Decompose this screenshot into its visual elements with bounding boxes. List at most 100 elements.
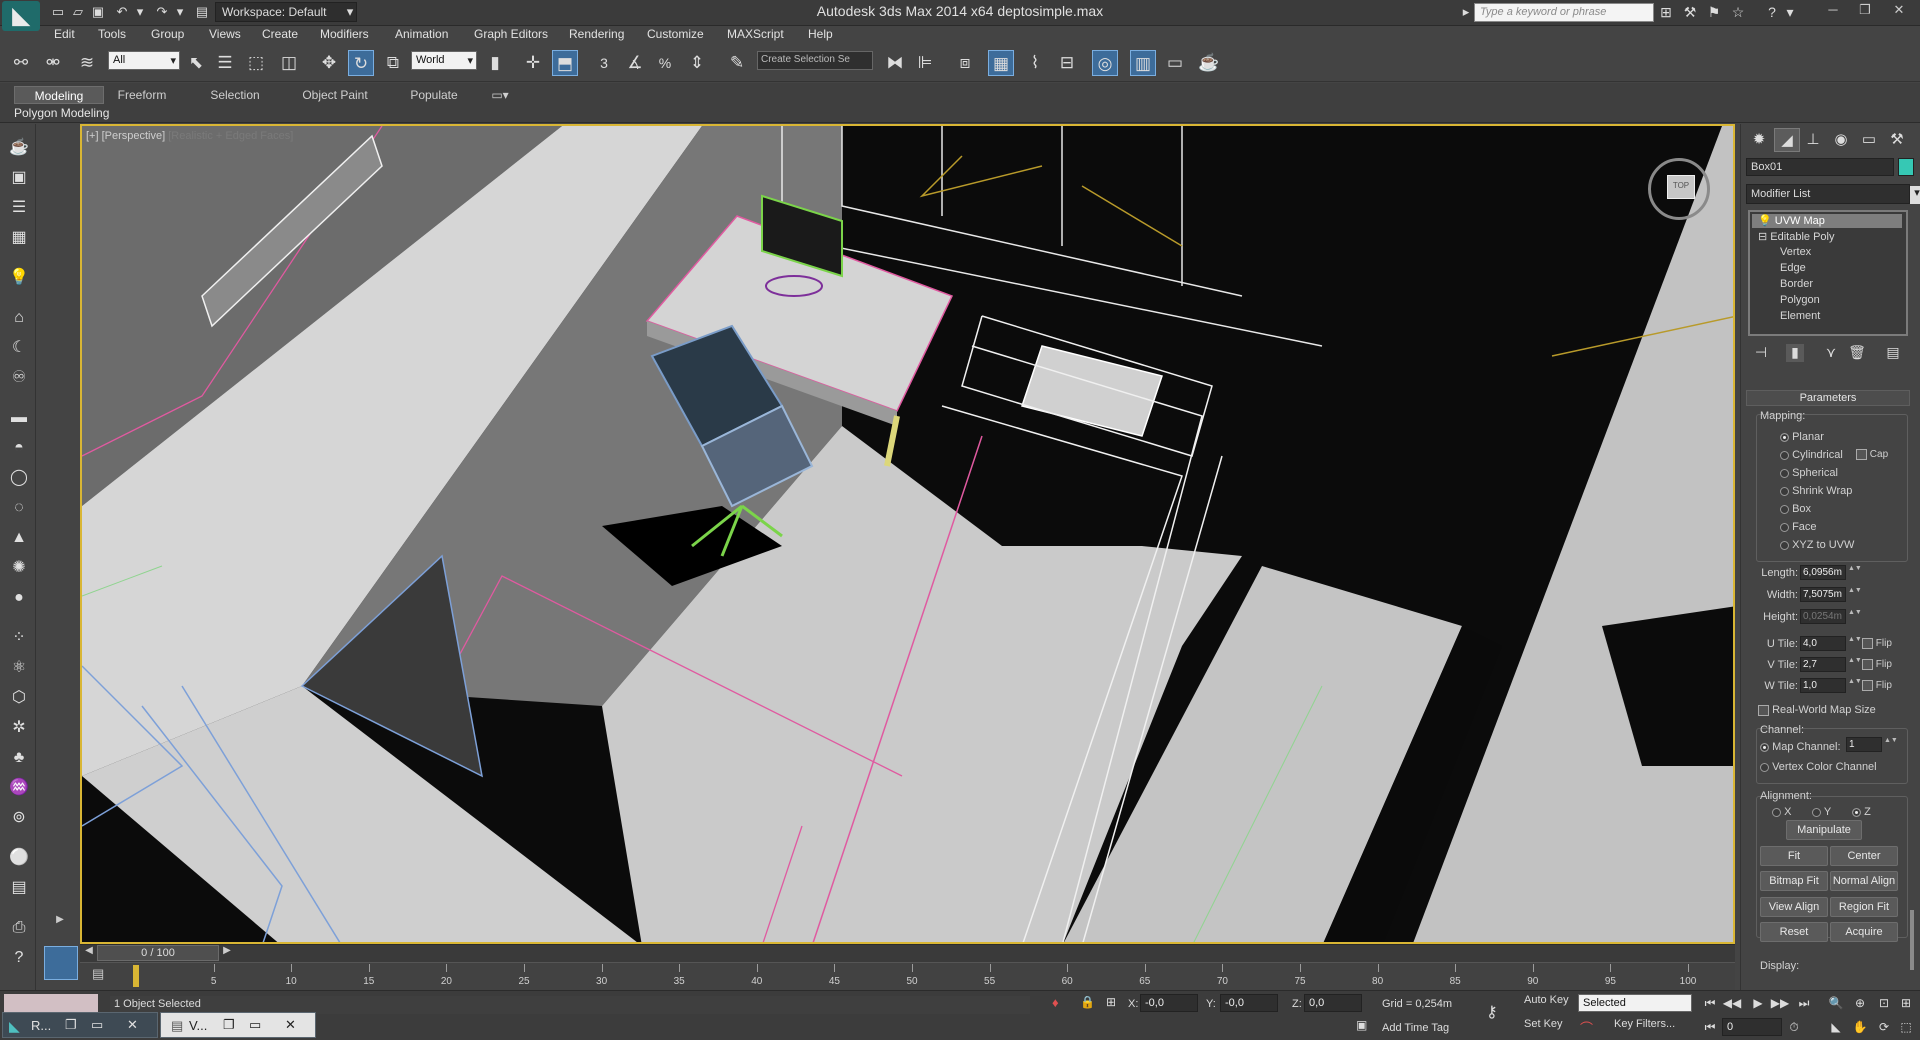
percent-snap-icon[interactable]: % [652, 50, 678, 76]
stack-item-element[interactable]: Element [1752, 310, 1902, 324]
time-slider-thumb[interactable]: 0 / 100 [97, 945, 219, 961]
favorites-star-icon[interactable]: ☆ [1728, 4, 1748, 21]
align-y-radio[interactable]: Y [1812, 806, 1831, 818]
sphere-icon[interactable]: ● [6, 586, 32, 610]
maximize-viewport-icon[interactable]: ⬚ [1896, 1017, 1916, 1037]
add-time-tag-icon[interactable]: ▣ [1356, 1018, 1374, 1036]
image-icon[interactable]: ▣ [6, 166, 32, 190]
command-panel-scrollbar[interactable] [1910, 910, 1914, 970]
menu-animation[interactable]: Animation [395, 27, 448, 41]
save-file-icon[interactable]: ▣ [90, 4, 106, 20]
keyboard-shortcut-override-icon[interactable]: ⬒ [552, 50, 578, 76]
keyword-search-input[interactable]: Type a keyword or phrase [1474, 3, 1654, 22]
cone-icon[interactable]: ▲ [6, 526, 32, 550]
infocenter-arrow-icon[interactable]: ▸ [1458, 4, 1474, 20]
restore-icon[interactable]: ❐ [223, 1017, 235, 1033]
redo-dropdown-icon[interactable]: ▾ [172, 4, 188, 20]
menu-create[interactable]: Create [262, 27, 298, 41]
reset-button[interactable]: Reset [1760, 922, 1828, 942]
collapse-minus-icon[interactable]: ⊟ [1752, 231, 1767, 243]
vertex-color-channel-radio[interactable]: Vertex Color Channel [1760, 761, 1877, 773]
communication-icon[interactable]: ⚑ [1704, 4, 1724, 21]
make-unique-icon[interactable]: ⋎ [1822, 344, 1840, 362]
cap-checkbox[interactable]: Cap [1856, 449, 1888, 460]
key-mode-dropdown[interactable]: Selected [1578, 994, 1692, 1012]
mapping-shrink-wrap[interactable]: Shrink Wrap [1780, 485, 1852, 499]
window-crossing-icon[interactable]: ◫ [276, 50, 302, 76]
select-object-icon[interactable]: ⬉ [183, 50, 209, 76]
x-coordinate-field[interactable]: -0,0 [1140, 994, 1198, 1012]
box-icon[interactable]: ▬ [6, 406, 32, 430]
render-production-icon[interactable]: ☕ [1196, 50, 1222, 76]
plant-icon[interactable]: ♣ [6, 746, 32, 770]
menu-help[interactable]: Help [808, 27, 833, 41]
perspective-viewport[interactable] [80, 124, 1735, 944]
key-icon[interactable]: ⚷ [1486, 1002, 1498, 1022]
display-tab-icon[interactable]: ▭ [1856, 128, 1882, 152]
ball-icon[interactable]: ⚪ [6, 846, 32, 870]
mapping-spherical[interactable]: Spherical [1780, 467, 1838, 481]
map-channel-spinner[interactable]: ▲▼ [1884, 737, 1898, 752]
stack-item-editable-poly[interactable]: ⊟ Editable Poly [1752, 230, 1902, 244]
stack-item-edge[interactable]: Edge [1752, 262, 1902, 276]
wireframe-icon[interactable]: ⬡ [6, 686, 32, 710]
curve-editor-icon[interactable]: ⌇ [1022, 50, 1048, 76]
undo-dropdown-icon[interactable]: ▾ [132, 4, 148, 20]
field-of-view-icon[interactable]: ◣ [1826, 1017, 1846, 1037]
stack-item-vertex[interactable]: Vertex [1752, 246, 1902, 260]
maximize-icon[interactable]: ▭ [91, 1017, 103, 1033]
list-icon[interactable]: ☰ [6, 196, 32, 220]
globe-icon[interactable]: ✲ [6, 716, 32, 740]
redo-icon[interactable]: ↷ [154, 4, 170, 20]
workspace-dropdown[interactable]: Workspace: Default [215, 2, 357, 22]
viewcube-top-face[interactable]: TOP [1667, 175, 1695, 199]
add-time-tag-button[interactable]: Add Time Tag [1382, 1022, 1449, 1034]
radio-button[interactable] [1780, 540, 1789, 550]
time-slider-track[interactable] [80, 944, 1735, 962]
mapping-box[interactable]: Box [1780, 503, 1811, 517]
viewport-label[interactable]: [+] [Perspective] [Realistic + Edged Fac… [86, 130, 293, 142]
viewcube[interactable]: TOP [1648, 158, 1710, 220]
tab-freeform[interactable]: Freeform [104, 86, 180, 104]
tab-modeling[interactable]: Modeling [14, 86, 104, 104]
checkbox[interactable] [1862, 680, 1873, 691]
taskbar-window-v[interactable]: ▤ V... ❐ ▭ ✕ [160, 1012, 316, 1038]
menu-group[interactable]: Group [151, 27, 184, 41]
select-and-scale-icon[interactable]: ⧉ [380, 50, 406, 76]
next-frame-icon[interactable]: ▶▶ [1770, 993, 1790, 1013]
select-and-manipulate-icon[interactable]: ✛ [520, 50, 546, 76]
sun-icon[interactable]: ✺ [6, 556, 32, 580]
hemisphere-icon[interactable]: ◓ [6, 436, 32, 460]
mini-viewport-thumbnail[interactable] [44, 946, 78, 980]
taskbar-window-r[interactable]: ◣ R... ❐ ▭ ✕ [2, 1012, 158, 1038]
help-icon[interactable]: ? [1762, 4, 1782, 20]
zoom-icon[interactable]: 🔍 [1826, 993, 1846, 1013]
create-tab-icon[interactable]: ✹ [1746, 128, 1772, 152]
current-frame-field[interactable]: 0 [1722, 1018, 1782, 1036]
motion-tab-icon[interactable]: ◉ [1828, 128, 1854, 152]
bind-space-warp-icon[interactable]: ≋ [74, 50, 100, 76]
tab-object-paint[interactable]: Object Paint [290, 86, 380, 104]
project-folder-icon[interactable]: ▤ [194, 4, 210, 20]
render-setup-icon[interactable]: ▥ [1130, 50, 1156, 76]
object-name-field[interactable]: Box01 [1746, 158, 1894, 176]
mapping-face[interactable]: Face [1780, 521, 1817, 535]
rendered-frame-window-icon[interactable]: ▭ [1162, 50, 1188, 76]
close-button[interactable]: ✕ [1884, 1, 1914, 21]
pan-view-icon[interactable]: ✋ [1850, 1017, 1870, 1037]
play-icon[interactable]: ▶ [1748, 993, 1768, 1013]
u-flip-checkbox[interactable]: Flip [1862, 638, 1892, 649]
polygon-modeling-panel[interactable]: Polygon Modeling [14, 106, 109, 120]
save-layout-icon[interactable]: ⎙ [6, 916, 32, 940]
reference-coordinate-dropdown[interactable]: World [411, 51, 477, 70]
object-color-swatch[interactable] [1898, 158, 1914, 176]
expand-strip-icon[interactable]: ▶ [52, 914, 68, 930]
spinner-snap-icon[interactable]: ⇕ [684, 50, 710, 76]
w-tile-field[interactable]: 1,0 [1800, 678, 1846, 693]
align-icon[interactable]: ⊫ [912, 50, 938, 76]
mapping-xyz-to-uvw[interactable]: XYZ to UVW [1780, 539, 1854, 553]
menu-rendering[interactable]: Rendering [569, 27, 624, 41]
configure-modifier-sets-icon[interactable]: ▤ [1884, 344, 1902, 362]
help-circle-icon[interactable]: ? [6, 946, 32, 970]
checkbox[interactable] [1856, 449, 1867, 460]
